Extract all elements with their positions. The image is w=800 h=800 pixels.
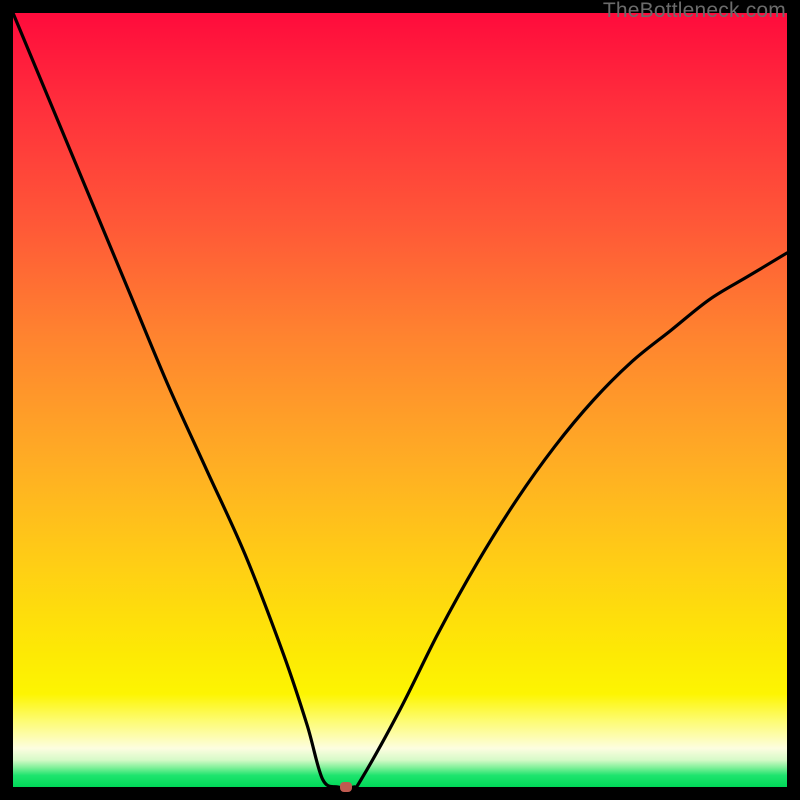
- watermark-text: TheBottleneck.com: [603, 0, 786, 23]
- optimum-marker: [340, 782, 352, 792]
- curve-svg: [13, 13, 787, 787]
- bottleneck-curve-path: [13, 13, 787, 788]
- chart-frame: TheBottleneck.com: [0, 0, 800, 800]
